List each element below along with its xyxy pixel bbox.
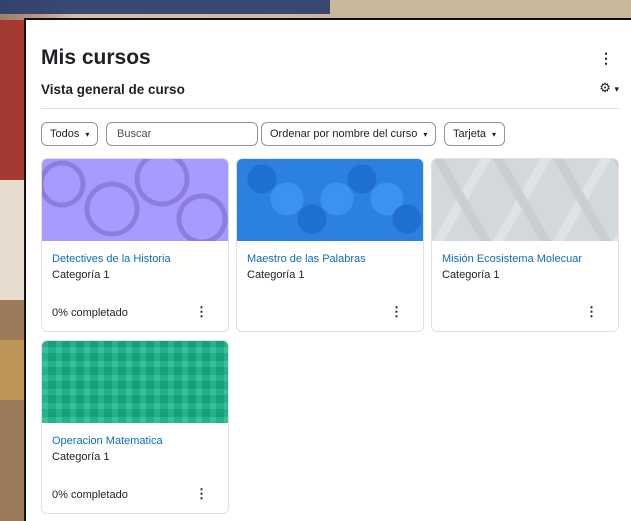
grouping-label: Todos — [50, 128, 80, 140]
chevron-down-icon: ▾ — [614, 84, 619, 94]
course-category: Categoría 1 — [442, 269, 500, 281]
course-actions-icon[interactable]: ⋮ — [195, 486, 208, 502]
course-image[interactable] — [237, 159, 423, 241]
chevron-down-icon: ▾ — [492, 129, 497, 139]
sort-label: Ordenar por nombre del curso — [270, 128, 418, 140]
gear-icon: ⚙ — [599, 80, 611, 95]
course-image[interactable] — [432, 159, 618, 241]
course-actions-icon[interactable]: ⋮ — [390, 304, 403, 320]
course-name-link[interactable]: Misión Ecosistema Molecuar — [442, 253, 582, 265]
divider — [41, 108, 619, 109]
course-actions-icon[interactable]: ⋮ — [195, 304, 208, 320]
course-card[interactable]: Maestro de las Palabras Categoría 1 ⋮ — [236, 158, 424, 332]
course-name-link[interactable]: Maestro de las Palabras — [247, 253, 366, 265]
course-category: Categoría 1 — [247, 269, 305, 281]
course-image[interactable] — [42, 341, 228, 423]
search-input[interactable] — [106, 122, 258, 146]
block-actions-icon[interactable]: ⋮ — [599, 50, 613, 67]
block-settings-button[interactable]: ⚙ ▾ — [599, 80, 619, 96]
my-courses-block: Mis cursos ⋮ Vista general de curso ⚙ ▾ … — [24, 18, 631, 521]
grouping-dropdown[interactable]: Todos ▾ — [41, 122, 99, 146]
course-actions-icon[interactable]: ⋮ — [585, 304, 598, 320]
view-dropdown[interactable]: Tarjeta ▾ — [444, 122, 506, 146]
course-card[interactable]: Detectives de la Historia Categoría 1 0%… — [41, 158, 229, 332]
block-subtitle: Vista general de curso — [41, 82, 185, 97]
view-label: Tarjeta — [453, 128, 487, 140]
course-progress: 0% completado — [52, 489, 128, 501]
course-card[interactable]: Operacion Matematica Categoría 1 0% comp… — [41, 340, 229, 514]
course-progress: 0% completado — [52, 307, 128, 319]
course-name-link[interactable]: Detectives de la Historia — [52, 253, 171, 265]
course-image[interactable] — [42, 159, 228, 241]
chevron-down-icon: ▾ — [423, 129, 428, 139]
course-card[interactable]: Misión Ecosistema Molecuar Categoría 1 ⋮ — [431, 158, 619, 332]
course-name-link[interactable]: Operacion Matematica — [52, 435, 163, 447]
page-title: Mis cursos — [41, 46, 151, 69]
course-category: Categoría 1 — [52, 451, 110, 463]
sort-dropdown[interactable]: Ordenar por nombre del curso ▾ — [261, 122, 437, 146]
chevron-down-icon: ▾ — [85, 129, 90, 139]
course-category: Categoría 1 — [52, 269, 110, 281]
